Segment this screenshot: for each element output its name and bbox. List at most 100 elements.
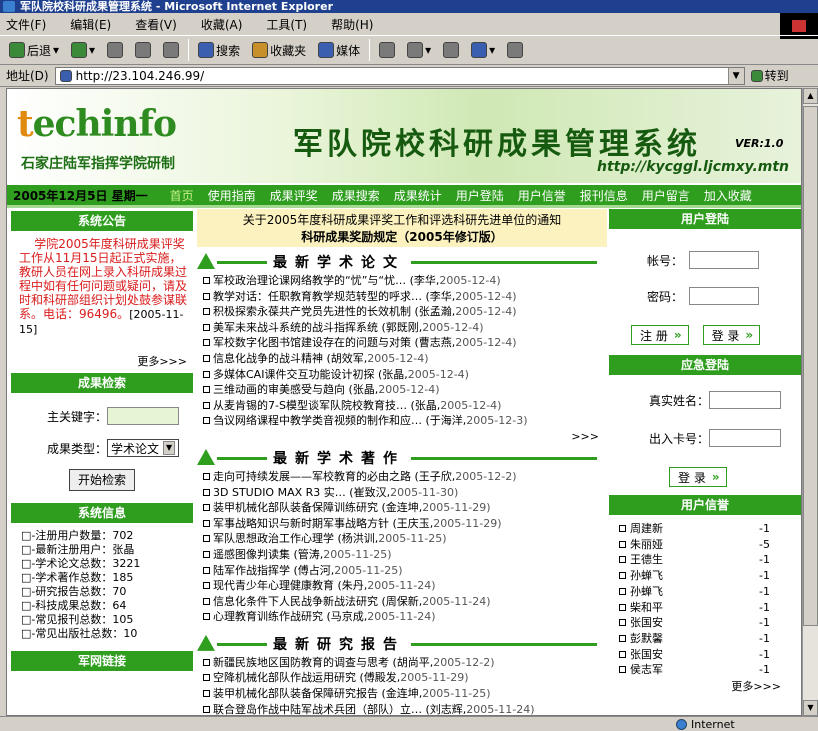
credit-row[interactable]: 王德生 -1 [619, 552, 801, 568]
report-row[interactable]: 联合登岛作战中陆军战术兵团（部队）立… (刘志辉,2005-11-24) [203, 702, 607, 716]
register-button[interactable]: 注 册» [631, 325, 689, 345]
credit-row[interactable]: 柴和平 -1 [619, 600, 801, 616]
go-button[interactable]: 转到 [750, 67, 789, 84]
credit-more-link[interactable]: 更多>>> [609, 678, 801, 694]
back-button[interactable]: 后退 ▾ [6, 42, 62, 59]
print-button[interactable] [440, 42, 462, 58]
item-author: (杨洪训, [337, 532, 379, 546]
address-input[interactable]: http://23.104.246.99/ ▼ [54, 66, 745, 85]
credit-row[interactable]: 张国安 -1 [619, 647, 801, 663]
keyword-label: 主关键字： [46, 409, 107, 424]
emergency-login-button[interactable]: 登 录» [669, 467, 727, 487]
paper-row[interactable]: 军校数字化图书馆建设存在的问题与对策 (曹志燕,2005-12-4) [203, 335, 607, 351]
nav-guide[interactable]: 使用指南 [208, 187, 256, 204]
address-dropdown-icon[interactable]: ▼ [727, 67, 744, 84]
nav-credit[interactable]: 用户信誉 [518, 187, 566, 204]
mail-button[interactable]: ▾ [404, 42, 434, 58]
password-input[interactable] [689, 287, 759, 305]
item-date: 2005-11-29) [433, 516, 502, 530]
keyword-input[interactable] [107, 407, 179, 425]
paper-row[interactable]: 多媒体CAI课件交互功能设计初探 (张晶,2005-12-4) [203, 367, 607, 383]
credit-user: 周建新 [630, 522, 663, 535]
credit-row[interactable]: 侯志军 -1 [619, 662, 801, 678]
scroll-down-icon[interactable]: ▼ [803, 700, 818, 716]
item-date: 2005-11-24) [466, 702, 535, 716]
credit-row[interactable]: 孙蝉飞 -1 [619, 568, 801, 584]
item-title: 联合登岛作战中陆军战术兵团（部队）立… [213, 702, 422, 716]
search-button[interactable]: 搜索 [195, 42, 243, 59]
nav-stats[interactable]: 成果统计 [394, 187, 442, 204]
scroll-up-icon[interactable]: ▲ [803, 88, 818, 104]
credit-user: 张国安 [630, 647, 663, 661]
notice-link-2[interactable]: 科研成果奖励规定（2005年修订版） [197, 228, 607, 245]
login-button[interactable]: 登 录» [702, 325, 761, 345]
menu-favorites[interactable]: 收藏(A) [201, 16, 243, 33]
book-row[interactable]: 心理教育训练作战研究 (马京成,2005-11-24) [203, 609, 607, 625]
book-row[interactable]: 3D STUDIO MAX R3 实… (崔致汉,2005-11-30) [203, 485, 607, 501]
credit-row[interactable]: 张国安 -1 [619, 615, 801, 631]
stop-button[interactable] [104, 42, 126, 58]
menu-edit[interactable]: 编辑(E) [70, 16, 111, 33]
paper-row[interactable]: 从麦肯锡的7-S模型谈军队院校教育技… (张晶,2005-12-4) [203, 398, 607, 414]
vertical-scrollbar[interactable]: ▲ ▼ [802, 88, 818, 716]
menu-file[interactable]: 文件(F) [6, 16, 46, 33]
credit-row[interactable]: 孙蝉飞 -1 [619, 584, 801, 600]
type-select[interactable]: 学术论文 ▼ [107, 439, 180, 457]
report-row[interactable]: 新疆民族地区国防教育的调查与思考 (胡尚平,2005-12-2) [203, 655, 607, 671]
paper-row[interactable]: 刍议网络课程中教学类音视频的制作和应… (于海洋,2005-12-3) [203, 413, 607, 429]
nav-journals[interactable]: 报刊信息 [580, 187, 628, 204]
papers-more-link[interactable]: >>> [203, 429, 607, 443]
book-row[interactable]: 遥感图像判读集 (管涛,2005-11-25) [203, 547, 607, 563]
credit-row[interactable]: 周建新 -1 [619, 521, 801, 537]
book-row[interactable]: 军队思想政治工作心理学 (杨洪训,2005-11-25) [203, 531, 607, 547]
card-input[interactable] [709, 429, 781, 447]
go-arrow-icon [750, 69, 763, 82]
book-row[interactable]: 信息化条件下人民战争新战法研究 (周保新,2005-11-24) [203, 594, 607, 610]
menu-tools[interactable]: 工具(T) [266, 16, 307, 33]
favorites-button[interactable]: 收藏夹 [249, 42, 309, 59]
item-date: 2005-12-4) [378, 383, 440, 397]
report-row[interactable]: 装甲机械化部队装备保障研究报告 (金连坤,2005-11-25) [203, 686, 607, 702]
item-author: (张晶, [377, 367, 408, 381]
credit-row[interactable]: 朱丽娅 -5 [619, 537, 801, 553]
paper-row[interactable]: 三维动画的审美感受与趋向 (张晶,2005-12-4) [203, 382, 607, 398]
item-title: 空降机械化部队作战运用研究 [213, 671, 356, 685]
nav-bookmark[interactable]: 加入收藏 [704, 187, 752, 204]
paper-row[interactable]: 教学对话：任职教育教学规范转型的呼求… (李华,2005-12-4) [203, 289, 607, 305]
nav-messages[interactable]: 用户留言 [642, 187, 690, 204]
discuss-button[interactable] [504, 42, 526, 58]
home-button[interactable] [160, 42, 182, 58]
refresh-button[interactable] [132, 42, 154, 58]
forward-button[interactable]: ▾ [68, 42, 98, 58]
realname-input[interactable] [709, 391, 781, 409]
book-row[interactable]: 现代青少年心理健康教育 (朱丹,2005-11-24) [203, 578, 607, 594]
account-input[interactable] [689, 251, 759, 269]
item-author: (王庆玉, [392, 516, 434, 530]
credit-score: -1 [759, 584, 770, 598]
announcement-more-link[interactable]: 更多>>> [11, 353, 193, 368]
notice-link-1[interactable]: 关于2005年度科研成果评奖工作和评选科研先进单位的通知 [197, 211, 607, 228]
item-title: 信息化条件下人民战争新战法研究 [213, 594, 378, 608]
credit-row[interactable]: 彭默馨 -1 [619, 631, 801, 647]
nav-awards[interactable]: 成果评奖 [270, 187, 318, 204]
history-button[interactable] [376, 42, 398, 58]
book-row[interactable]: 军事战略知识与新时期军事战略方针 (王庆玉,2005-11-29) [203, 516, 607, 532]
nav-home[interactable]: 首页 [170, 187, 194, 204]
report-row[interactable]: 空降机械化部队作战运用研究 (傅殿发,2005-11-29) [203, 670, 607, 686]
book-row[interactable]: 装甲机械化部队装备保障训练研究 (金连坤,2005-11-29) [203, 500, 607, 516]
start-search-button[interactable]: 开始检索 [69, 469, 136, 491]
book-row[interactable]: 走向可持续发展——军校教育的必由之路 (王子欣,2005-12-2) [203, 469, 607, 485]
nav-login[interactable]: 用户登陆 [456, 187, 504, 204]
media-button[interactable]: 媒体 [315, 42, 363, 59]
paper-row[interactable]: 美军未来战斗系统的战斗指挥系统 (郭既刚,2005-12-4) [203, 320, 607, 336]
paper-row[interactable]: 信息化战争的战斗精神 (胡效军,2005-12-4) [203, 351, 607, 367]
book-row[interactable]: 陆军作战指挥学 (傅占河,2005-11-25) [203, 563, 607, 579]
edit-button[interactable]: ▾ [468, 42, 498, 58]
menu-help[interactable]: 帮助(H) [331, 16, 373, 33]
paper-row[interactable]: 积极探索永葆共产党员先进性的长效机制 (张孟瀚,2005-12-4) [203, 304, 607, 320]
paper-row[interactable]: 军校政治理论课网络教学的“忧”与“忧… (李华,2005-12-4) [203, 273, 607, 289]
list-bullet-icon [619, 634, 626, 642]
scroll-thumb[interactable] [803, 106, 818, 626]
nav-search[interactable]: 成果搜索 [332, 187, 380, 204]
menu-view[interactable]: 查看(V) [135, 16, 177, 33]
